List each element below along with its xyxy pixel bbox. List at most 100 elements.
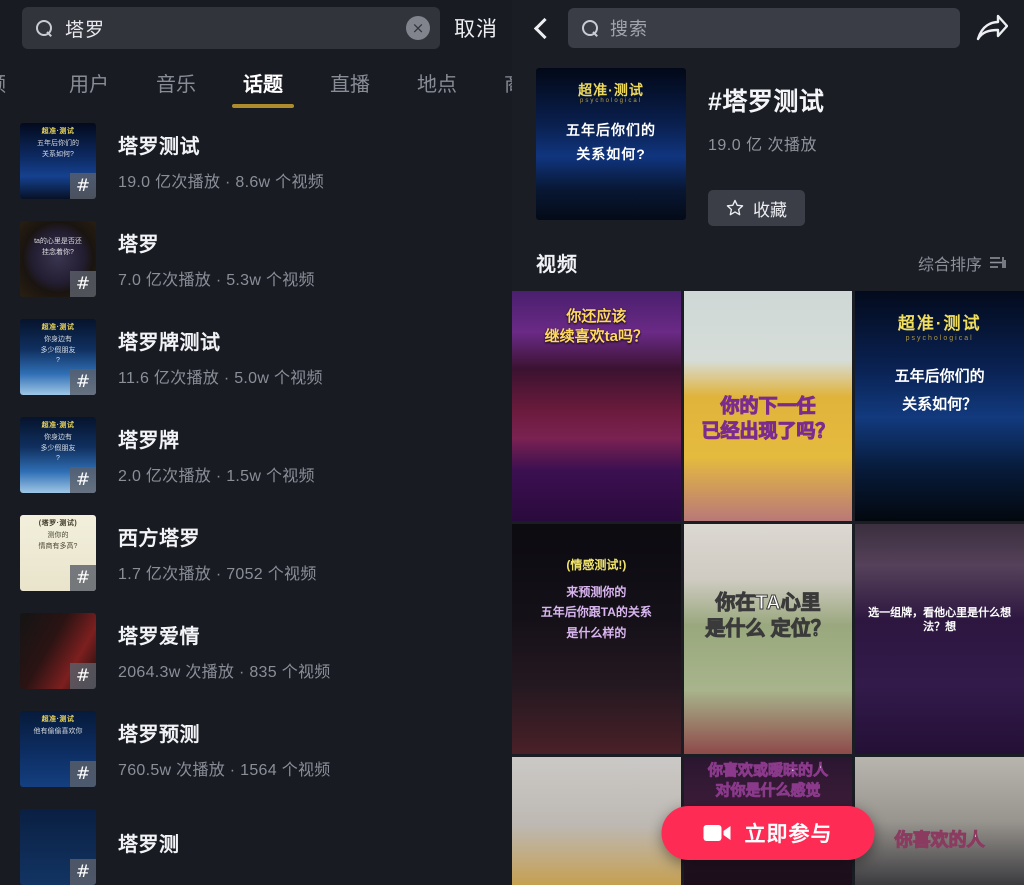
topic-list-item[interactable]: (塔罗·测试) 测你的 情商有多高? # 西方塔罗 1.7 亿次播放 · 7052 个视频 (0, 504, 512, 602)
video-caption-subtitle: psychological (905, 335, 974, 342)
detail-search-input[interactable]: 搜索 (568, 8, 960, 48)
topic-thumbnail: 超准·测试你身边有 多少假朋友? # (20, 417, 96, 493)
cover-title: 超准·测试 (578, 82, 644, 98)
video-caption: 你喜欢或暧昧的人 对你是什么感觉 (707, 762, 829, 799)
hashtag-header: 超准·测试 psychological 五年后你们的 关系如何? #塔罗测试 1… (512, 56, 1024, 226)
video-caption: 你喜欢的人 (894, 829, 985, 850)
page-title: #塔罗测试 (708, 88, 825, 116)
video-thumbnail[interactable]: 你的婚姻 (512, 757, 681, 885)
video-caption-secondary: 来预测你的 五年后你跟TA的关系 是什么样的 (540, 585, 652, 640)
favorite-button[interactable]: 收藏 (708, 190, 805, 226)
search-category-tabs: 频 用户 音乐 话题 直播 地点 商 (0, 56, 512, 108)
topic-thumbnail: 超准·测试 你身边有 多少假朋友? # (20, 319, 96, 395)
video-caption: 你还应该 继续喜欢ta吗？ (544, 308, 648, 345)
tab-music[interactable]: 音乐 (156, 68, 196, 108)
sort-label: 综合排序 (917, 256, 982, 274)
thumbnail-heading: 超准·测试 (41, 422, 75, 429)
search-bar: 塔罗 × 取消 (0, 0, 512, 56)
thumbnail-caption: 你身边有 多少假朋友? (40, 434, 76, 462)
video-thumbnail[interactable]: (情感测试!) 来预测你的 五年后你跟TA的关系 是什么样的 (512, 524, 681, 754)
topic-meta: 塔罗测 (118, 828, 180, 866)
video-grid: 你还应该 继续喜欢ta吗？ 你的下一任 已经出现了吗？ 超准·测试 psychologic… (512, 291, 1024, 885)
video-caption-title: 超准·测试 (897, 314, 982, 333)
topic-title: 塔罗牌测试 (118, 332, 221, 354)
search-query-text: 塔罗 (65, 19, 106, 41)
topic-title: 西方塔罗 (118, 528, 200, 550)
tab-video[interactable]: 频 (0, 68, 22, 108)
thumbnail-caption: 五年后你们的 关系如何? (37, 140, 79, 158)
tab-topics[interactable]: 话题 (243, 68, 283, 108)
detail-search-placeholder: 搜索 (610, 19, 648, 39)
topic-meta: 塔罗 7.0 亿次播放 · 5.3w 个视频 (118, 228, 315, 290)
hashtag-icon: # (70, 859, 96, 885)
hashtag-icon: # (70, 565, 96, 591)
videos-section-header: 视频 综合排序 (512, 226, 1024, 291)
topic-stats: 760.5w 次播放 · 1564 个视频 (118, 762, 331, 779)
join-now-button[interactable]: 立即参与 (661, 806, 875, 860)
search-results-pane: 塔罗 × 取消 频 用户 音乐 话题 直播 地点 商 超准·测试五年后你们的关系… (0, 0, 512, 885)
search-input[interactable]: 塔罗 × (22, 7, 440, 49)
video-caption-line2: 关系如何？ (902, 396, 978, 413)
topic-title: 塔罗 (118, 234, 159, 256)
topic-list-item[interactable]: 超准·测试 你身边有 多少假朋友? # 塔罗牌 2.0 亿次播放 · 1.5w 个视频 (0, 406, 512, 504)
tab-shop[interactable]: 商 (504, 68, 512, 108)
thumbnail-heading: 超准·测试 (41, 324, 75, 331)
hashtag-info: #塔罗测试 19.0 亿 次播放 收藏 (708, 68, 824, 226)
thumbnail-caption: 他有偷偷喜欢你 (33, 728, 83, 735)
video-thumbnail[interactable]: 你喜欢的人 (855, 757, 1024, 885)
topic-result-list: 超准·测试 五年后你们的 关系如何? # 塔罗测试 19.0 亿次播放 · 8.6w 个视… (0, 108, 512, 885)
search-icon (36, 19, 53, 37)
topic-stats: 2.0 亿次播放 · 1.5w 个视频 (118, 468, 315, 485)
back-arrow-icon[interactable] (530, 17, 552, 39)
topic-meta: 塔罗牌测试 11.6 亿次播放 · 5.0w 个视频 (118, 326, 323, 388)
thumbnail-heading: (塔罗·测试) (38, 520, 78, 527)
topic-thumbnail: # (20, 809, 96, 885)
hashtag-icon: # (70, 663, 96, 689)
topic-meta: 西方塔罗 1.7 亿次播放 · 7052 个视频 (118, 522, 317, 584)
thumbnail-caption: 你身边有 多少假朋友? (40, 336, 76, 364)
video-caption: 选一组牌，看他心里是什么想法？想 (868, 607, 1012, 634)
thumbnail-caption: 测你的 情商有多高? (38, 532, 78, 550)
thumbnail-heading: 超准·测试 (41, 128, 75, 135)
cover-subtitle: psychological (579, 98, 643, 104)
topic-stats: 7.0 亿次播放 · 5.3w 个视频 (118, 272, 315, 289)
video-caption: (情感测试!) (566, 558, 627, 572)
topic-thumbnail: # (20, 613, 96, 689)
topic-list-item[interactable]: # 塔罗测 (0, 798, 512, 885)
app-root: 塔罗 × 取消 频 用户 音乐 话题 直播 地点 商 超准·测试五年后你们的关系… (0, 0, 1024, 885)
join-now-label: 立即参与 (744, 823, 833, 846)
video-thumbnail[interactable]: 你的下一任 已经出现了吗？ (683, 291, 853, 521)
clear-search-button[interactable]: × (406, 16, 430, 40)
cancel-search-button[interactable]: 取消 (454, 13, 498, 43)
tab-location[interactable]: 地点 (417, 68, 457, 108)
topic-stats: 1.7 亿次播放 · 7052 个视频 (118, 566, 317, 583)
topic-list-item[interactable]: 超准·测试 五年后你们的 关系如何? # 塔罗测试 19.0 亿次播放 · 8.6w 个视… (0, 112, 512, 210)
tab-users[interactable]: 用户 (69, 68, 109, 108)
video-caption: 你的下一任 已经出现了吗？ (701, 395, 835, 442)
favorite-label: 收藏 (753, 200, 787, 220)
thumbnail-caption: ta的心里是否还 挂念着你? (34, 238, 82, 256)
video-thumbnail[interactable]: 选一组牌，看他心里是什么想法？想 (855, 524, 1024, 754)
hashtag-icon: # (70, 467, 96, 493)
topic-meta: 塔罗测试 19.0 亿次播放 · 8.6w 个视频 (118, 130, 324, 192)
star-icon (726, 199, 744, 217)
tab-live[interactable]: 直播 (330, 68, 370, 108)
topic-list-item[interactable]: 超准·测试 他有偷偷喜欢你 # 塔罗预测 760.5w 次播放 · 1564 个视频 (0, 700, 512, 798)
sort-control[interactable]: 综合排序 (918, 251, 1006, 275)
video-thumbnail[interactable]: 超准·测试 psychological 五年后你们的 关系如何？ (855, 291, 1024, 521)
videos-section-label: 视频 (536, 254, 578, 276)
topic-title: 塔罗预测 (118, 724, 200, 746)
topic-thumbnail: ta的心里是否还 挂念着你? # (20, 221, 96, 297)
share-icon[interactable] (976, 13, 1009, 43)
topic-list-item[interactable]: # 塔罗爱情 2064.3w 次播放 · 835 个视频 (0, 602, 512, 700)
video-thumbnail[interactable]: 你在TA心里 是什么 定位？ (683, 524, 853, 754)
video-caption: 你在TA心里 是什么 定位？ (705, 592, 832, 641)
topic-list-item[interactable]: ta的心里是否还 挂念着你? # 塔罗 7.0 亿次播放 · 5.3w 个视频 (0, 210, 512, 308)
topic-meta: 塔罗预测 760.5w 次播放 · 1564 个视频 (118, 718, 331, 780)
topic-stats: 11.6 亿次播放 · 5.0w 个视频 (118, 370, 323, 387)
video-thumbnail[interactable]: 你还应该 继续喜欢ta吗？ (512, 291, 681, 521)
detail-top-bar: 搜索 (512, 0, 1024, 56)
topic-list-item[interactable]: 超准·测试 你身边有 多少假朋友? # 塔罗牌测试 11.6 亿次播放 · 5.0w 个视… (0, 308, 512, 406)
video-caption-line1: 五年后你们的 (894, 368, 985, 385)
camera-icon (703, 823, 732, 843)
